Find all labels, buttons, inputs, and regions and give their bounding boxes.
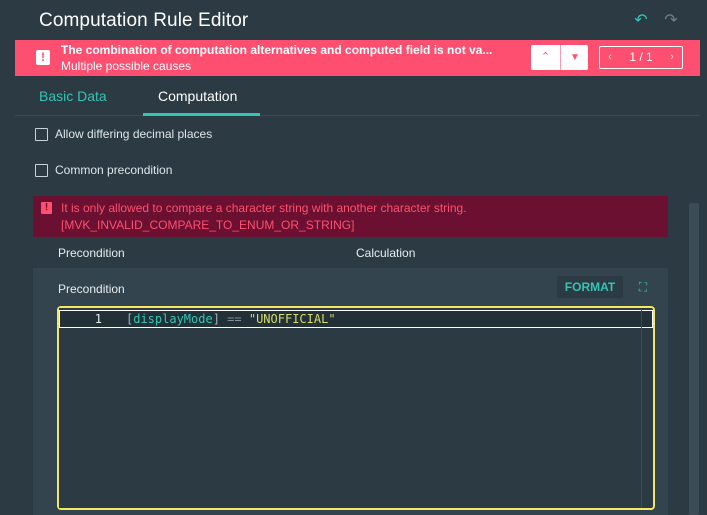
page-title: Computation Rule Editor <box>39 10 249 31</box>
redo-icon[interactable]: ↷ <box>662 12 680 30</box>
chevron-right-icon[interactable]: › <box>664 47 680 68</box>
checkbox-label: Common precondition <box>55 163 173 177</box>
tab-basic-data[interactable]: Basic Data <box>39 88 107 104</box>
precondition-label: Precondition <box>58 282 125 296</box>
checkbox-label: Allow differing decimal places <box>55 127 213 141</box>
code-identifier: displayMode <box>133 312 213 326</box>
column-header-calculation: Calculation <box>356 246 416 260</box>
error-pager: ‹ 1 / 1 › <box>599 46 683 69</box>
editor-gutter <box>59 308 125 508</box>
editor-header: Computation Rule Editor ↶ ↷ <box>0 0 707 40</box>
code-text[interactable]: [displayMode] == "UNOFFICIAL" <box>126 311 336 327</box>
chevron-down-icon[interactable]: ▼ <box>562 45 588 70</box>
code-bracket: ] <box>212 312 220 326</box>
chevron-left-icon[interactable]: ‹ <box>602 47 618 68</box>
up-down-chevron-icon[interactable]: ⌃ <box>531 45 561 70</box>
error-banner: ! The combination of computation alterna… <box>15 40 700 76</box>
validation-error-message: It is only allowed to compare a characte… <box>61 201 467 215</box>
error-sub-message: Multiple possible causes <box>61 59 192 73</box>
editor-scrollbar[interactable] <box>641 308 653 508</box>
code-operator: == <box>219 312 249 326</box>
format-button[interactable]: FORMAT <box>557 276 623 298</box>
validation-error: ! It is only allowed to compare a charac… <box>33 196 668 237</box>
tab-bar: Basic Data Computation <box>15 77 700 116</box>
fullscreen-icon[interactable]: ⛶ <box>632 276 654 298</box>
pager-count: 1 / 1 <box>629 50 653 64</box>
undo-icon[interactable]: ↶ <box>632 12 650 30</box>
validation-error-code: [MVK_INVALID_COMPARE_TO_ENUM_OR_STRING] <box>61 218 355 232</box>
page-scrollbar[interactable] <box>688 118 700 515</box>
error-icon: ! <box>41 202 52 214</box>
tab-computation[interactable]: Computation <box>158 88 237 104</box>
line-number: 1 <box>94 312 102 326</box>
error-message: The combination of computation alternati… <box>61 43 493 57</box>
error-icon: ! <box>36 50 50 65</box>
precondition-expanded-row: Precondition FORMAT ⛶ 1 [displayMode] ==… <box>33 268 668 515</box>
code-line[interactable]: 1 [displayMode] == "UNOFFICIAL" <box>59 310 653 328</box>
error-navigation: ⌃ ▼ <box>531 45 588 70</box>
checkbox[interactable] <box>35 128 48 141</box>
column-header-precondition: Precondition <box>58 246 125 260</box>
computation-content: Allow differing decimal places Common pr… <box>15 116 687 515</box>
code-editor[interactable]: 1 [displayMode] == "UNOFFICIAL" <box>57 306 655 510</box>
checkbox[interactable] <box>35 164 48 177</box>
code-string: "UNOFFICIAL" <box>248 312 336 326</box>
scrollbar-thumb[interactable] <box>689 203 699 515</box>
